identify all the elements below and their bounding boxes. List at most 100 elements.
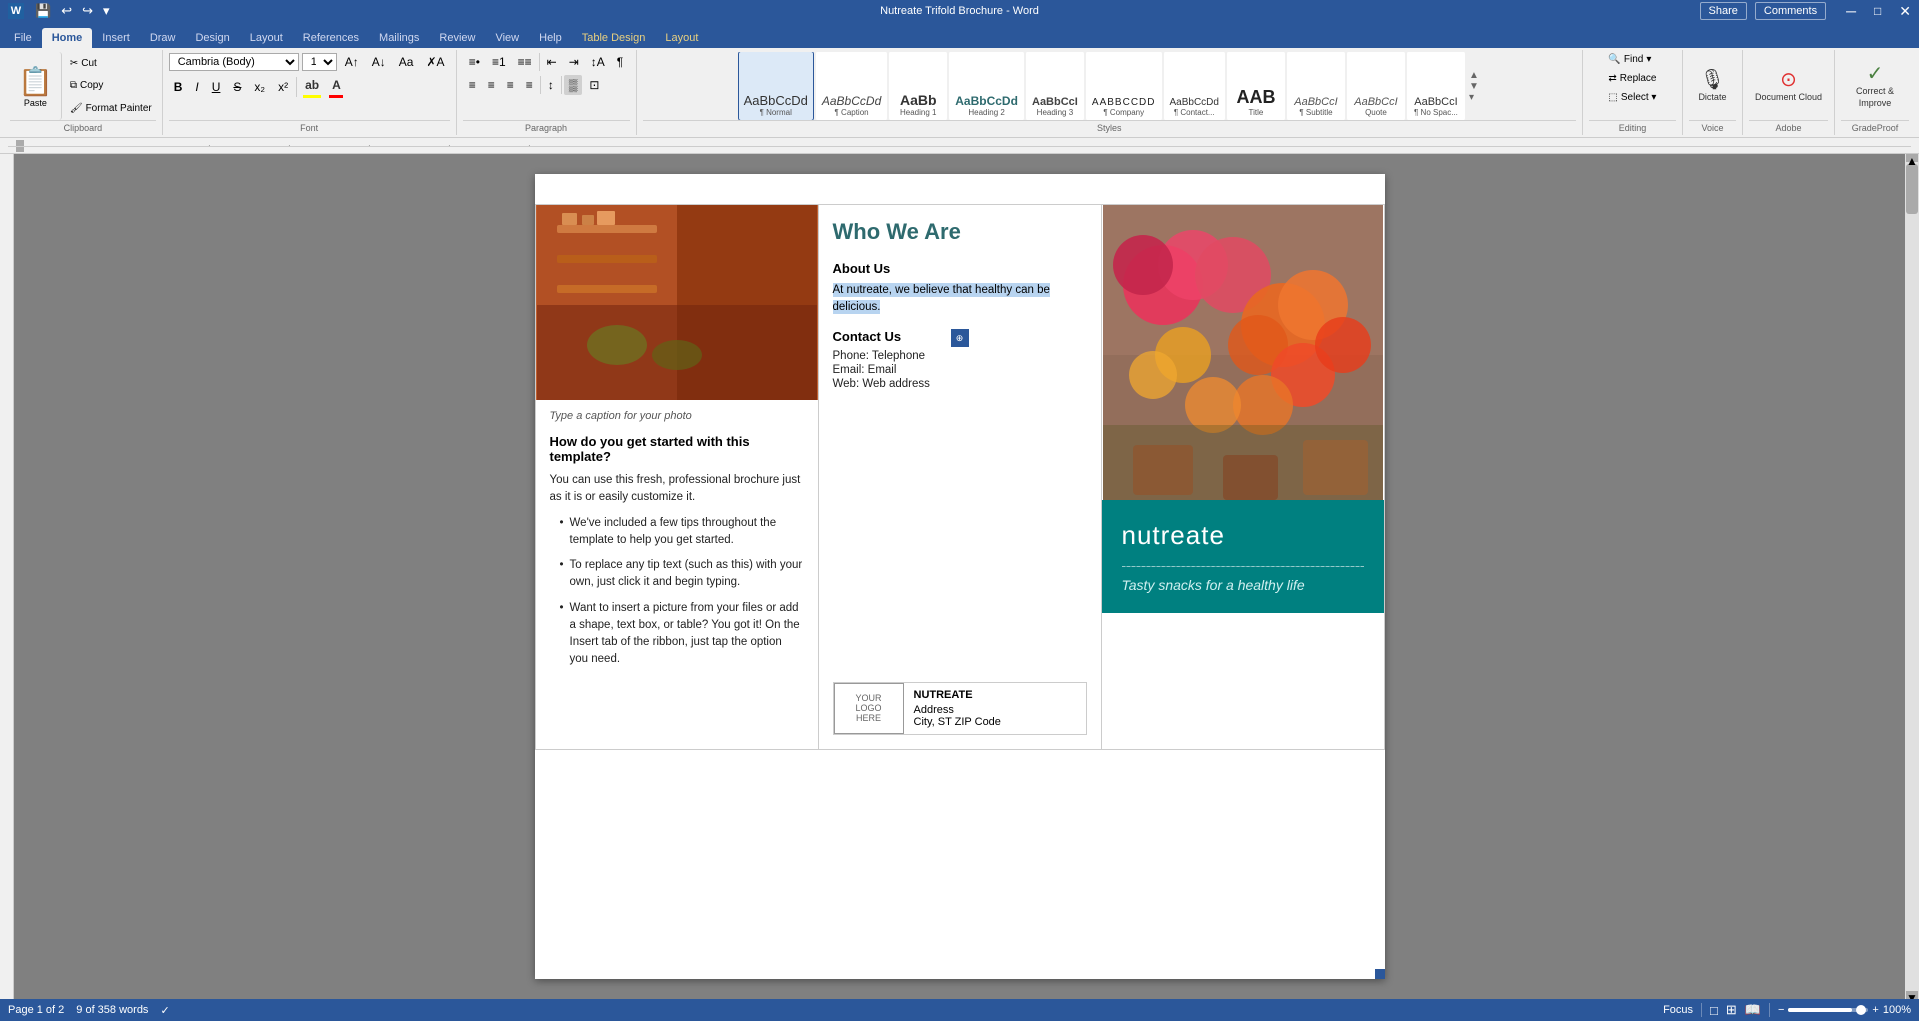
save-qat-button[interactable]: 💾 — [32, 1, 54, 21]
intro-text[interactable]: You can use this fresh, professional bro… — [550, 472, 804, 507]
who-we-are-heading[interactable]: Who We Are — [833, 219, 1087, 245]
tab-references[interactable]: References — [293, 28, 369, 48]
styles-scroll-down[interactable]: ▼ — [1469, 81, 1479, 92]
sort-button[interactable]: ↕A — [586, 52, 610, 72]
table-move-handle[interactable]: ⊕ — [951, 329, 969, 347]
minimize-button[interactable]: ─ — [1846, 3, 1856, 19]
style-heading1-button[interactable]: AaBb Heading 1 — [889, 52, 947, 120]
style-quote-button[interactable]: AaBbCcI Quote — [1347, 52, 1405, 120]
style-company-button[interactable]: AABBCCDD ¶ Company — [1086, 52, 1162, 120]
tab-home[interactable]: Home — [42, 28, 93, 48]
zoom-in-button[interactable]: + — [1872, 1004, 1878, 1016]
tab-tabledesign[interactable]: Table Design — [572, 28, 656, 48]
strikethrough-button[interactable]: S — [228, 77, 246, 97]
zoom-slider-thumb[interactable] — [1856, 1005, 1866, 1015]
maximize-button[interactable]: □ — [1874, 4, 1881, 18]
style-normal-button[interactable]: AaBbCcDd ¶ Normal — [738, 52, 814, 120]
spelling-check-icon[interactable]: ✓ — [160, 1004, 169, 1017]
tab-draw[interactable]: Draw — [140, 28, 186, 48]
question-heading[interactable]: How do you get started with this templat… — [550, 434, 804, 464]
align-center-button[interactable]: ≡ — [483, 75, 500, 95]
email-item[interactable]: Email: Email — [833, 364, 1087, 376]
zoom-slider-track[interactable] — [1788, 1008, 1868, 1012]
text-highlight-button[interactable]: ab — [300, 75, 324, 95]
web-layout-view-button[interactable]: ⊞ — [1726, 1002, 1737, 1018]
find-button[interactable]: 🔍 Find ▾ — [1604, 52, 1655, 67]
clear-formatting-button[interactable]: ✗A — [421, 52, 449, 72]
bold-button[interactable]: B — [169, 77, 188, 97]
vertical-scrollbar[interactable]: ▲ ▼ — [1905, 154, 1919, 999]
cut-button[interactable]: ✂ Cut — [66, 56, 156, 71]
justify-button[interactable]: ≡ — [521, 75, 538, 95]
undo-qat-button[interactable]: ↩ — [58, 1, 75, 21]
bullets-button[interactable]: ≡• — [464, 52, 485, 72]
tab-review[interactable]: Review — [429, 28, 485, 48]
change-case-button[interactable]: Aa — [394, 52, 419, 72]
borders-button[interactable]: ⊡ — [584, 75, 604, 95]
photo-caption[interactable]: Type a caption for your photo — [550, 410, 804, 422]
tab-layout[interactable]: Layout — [240, 28, 293, 48]
focus-label[interactable]: Focus — [1663, 1004, 1693, 1016]
numbering-button[interactable]: ≡1 — [487, 52, 511, 72]
align-right-button[interactable]: ≡ — [502, 75, 519, 95]
redo-qat-button[interactable]: ↪ — [79, 1, 96, 21]
dictate-button[interactable]: 🎙 Dictate — [1692, 67, 1732, 105]
read-mode-button[interactable]: 📖 — [1745, 1002, 1761, 1018]
styles-scroll-up[interactable]: ▲ — [1469, 70, 1479, 81]
style-heading3-button[interactable]: AaBbCcI Heading 3 — [1026, 52, 1084, 120]
style-caption-button[interactable]: AaBbCcDd ¶ Caption — [816, 52, 887, 120]
bullet-item-2[interactable]: • To replace any tip text (such as this)… — [550, 557, 804, 592]
style-title-button[interactable]: AAB Title — [1227, 52, 1285, 120]
scrollbar-down-button[interactable]: ▼ — [1906, 991, 1918, 999]
tab-mailings[interactable]: Mailings — [369, 28, 429, 48]
about-text[interactable]: At nutreate, we believe that healthy can… — [833, 282, 1087, 317]
font-family-select[interactable]: Cambria (Body) — [169, 53, 299, 71]
close-button[interactable]: ✕ — [1899, 3, 1911, 20]
style-heading2-button[interactable]: AaBbCcDd Heading 2 — [949, 52, 1024, 120]
zoom-level-label[interactable]: 100% — [1883, 1004, 1911, 1016]
superscript-button[interactable]: x² — [273, 77, 293, 97]
italic-button[interactable]: I — [190, 77, 203, 97]
show-formatting-button[interactable]: ¶ — [612, 52, 628, 72]
logo-placeholder[interactable]: YOUR LOGO HERE — [834, 683, 904, 734]
subscript-button[interactable]: x₂ — [249, 77, 270, 97]
decrease-indent-button[interactable]: ⇤ — [542, 52, 562, 72]
copy-button[interactable]: ⧉ Copy — [66, 78, 156, 93]
select-button[interactable]: ⬚ Select ▾ — [1604, 90, 1660, 105]
replace-button[interactable]: ⇄ Replace — [1604, 71, 1660, 86]
style-contact-button[interactable]: AaBbCcDd ¶ Contact... — [1164, 52, 1225, 120]
line-spacing-button[interactable]: ↕ — [543, 75, 559, 95]
style-subtitle-button[interactable]: AaBbCcI ¶ Subtitle — [1287, 52, 1345, 120]
scrollbar-thumb[interactable] — [1906, 164, 1918, 214]
styles-more[interactable]: ▾ — [1469, 92, 1479, 103]
paste-button[interactable]: 📋 Paste — [10, 52, 62, 120]
customize-qat-button[interactable]: ▾ — [100, 1, 113, 21]
increase-indent-button[interactable]: ⇥ — [564, 52, 584, 72]
tab-layout2[interactable]: Layout — [655, 28, 708, 48]
comments-button[interactable]: Comments — [1755, 2, 1826, 20]
phone-item[interactable]: Phone: Telephone — [833, 350, 1087, 362]
style-nospace-button[interactable]: AaBbCcI ¶ No Spac... — [1407, 52, 1465, 120]
multilevel-list-button[interactable]: ≡≡ — [513, 52, 537, 72]
tab-design[interactable]: Design — [185, 28, 239, 48]
underline-button[interactable]: U — [207, 77, 226, 97]
shading-button[interactable]: ▒ — [564, 75, 583, 95]
zoom-out-button[interactable]: − — [1778, 1004, 1784, 1016]
footer-contact[interactable]: NUTREATE Address City, ST ZIP Code — [904, 683, 1011, 734]
share-button[interactable]: Share — [1700, 2, 1747, 20]
bullet-item-3[interactable]: • Want to insert a picture from your fil… — [550, 600, 804, 669]
web-item[interactable]: Web: Web address — [833, 378, 1087, 390]
tab-view[interactable]: View — [485, 28, 529, 48]
bullet-item-1[interactable]: • We've included a few tips throughout t… — [550, 515, 804, 550]
tagline[interactable]: Tasty snacks for a healthy life — [1122, 577, 1364, 593]
font-size-select[interactable]: 11 — [302, 53, 337, 71]
tab-insert[interactable]: Insert — [92, 28, 140, 48]
font-size-decrease-button[interactable]: A↓ — [367, 52, 391, 72]
print-layout-view-button[interactable]: □ — [1710, 1003, 1718, 1018]
scrollbar-up-button[interactable]: ▲ — [1906, 154, 1918, 162]
font-color-button[interactable]: A — [327, 75, 346, 95]
about-us-heading[interactable]: About Us — [833, 261, 1087, 276]
document-cloud-button[interactable]: ⊙ Document Cloud — [1749, 67, 1828, 105]
align-left-button[interactable]: ≡ — [464, 75, 481, 95]
tab-file[interactable]: File — [4, 28, 42, 48]
